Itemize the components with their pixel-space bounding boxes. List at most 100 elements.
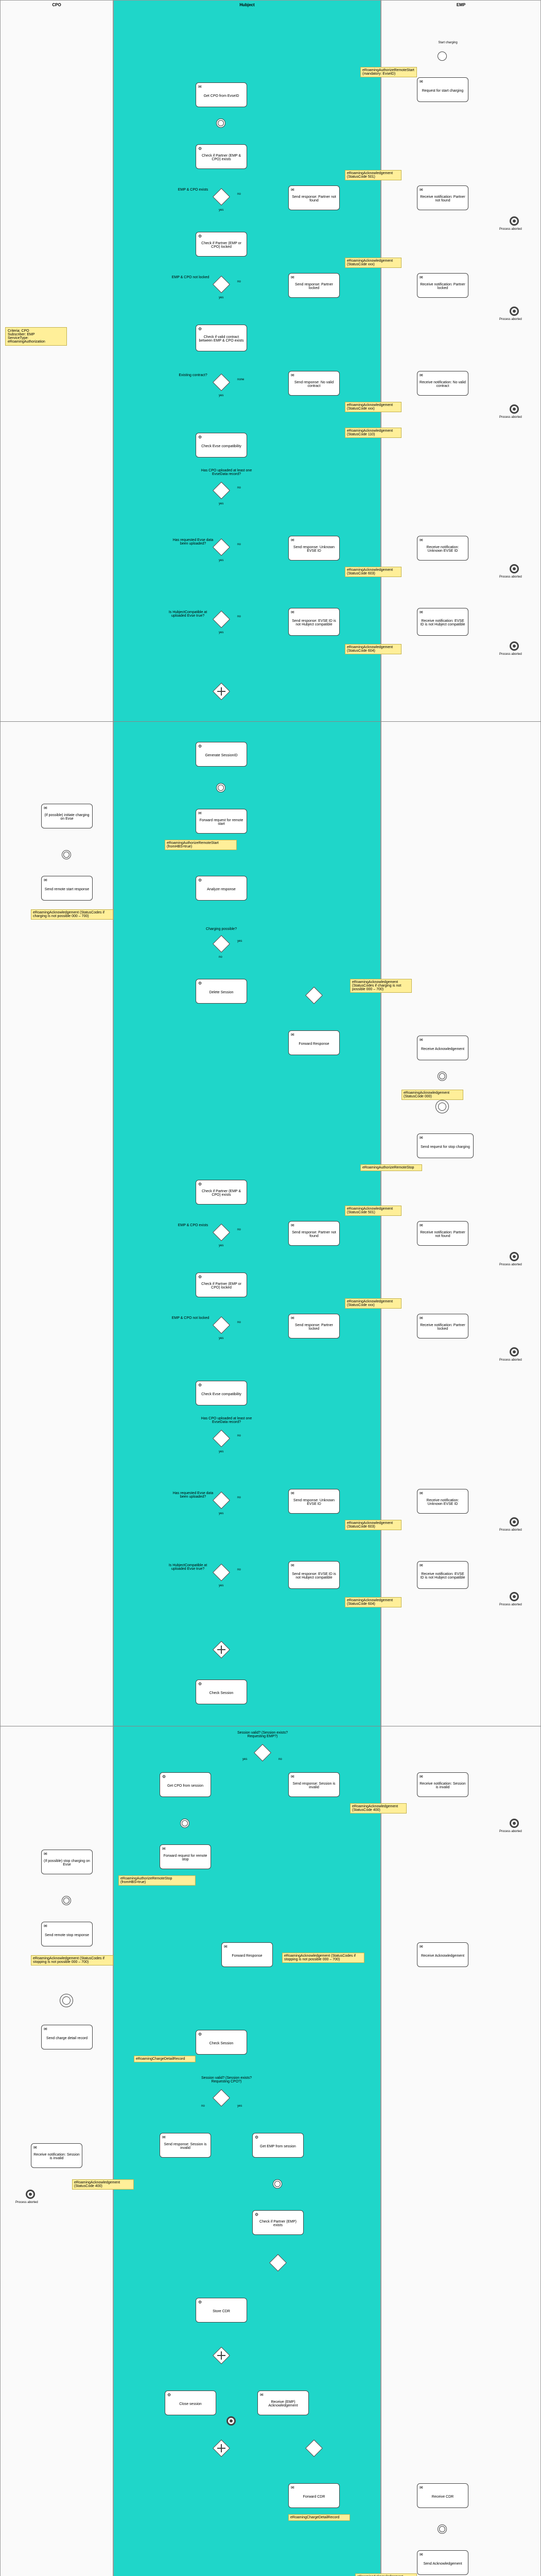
envelope-icon: ✉ bbox=[44, 878, 47, 883]
abort-label-7: Process aborted bbox=[499, 1359, 530, 1362]
gear-icon: ⚙ bbox=[198, 1275, 202, 1279]
label-yes-11: yes bbox=[219, 1512, 223, 1515]
label-yes-7: yes bbox=[237, 940, 242, 943]
task-emp-notif-session-invalid: ✉Receive notification: Session is invali… bbox=[417, 1772, 468, 1797]
task-cpo-initiate-charging: ✉(If possible) initiate charging on Evse bbox=[41, 804, 93, 828]
task-resp-unknown-evse-b: ✉Send response: Unknown EVSE ID bbox=[288, 1489, 340, 1514]
intermediate-event-cpo-1 bbox=[62, 850, 71, 859]
task-forward-stop-req: ✉Forward request for remote stop bbox=[160, 1844, 211, 1869]
note-cpo-cdr: eRoamingChargeDetailRecord bbox=[134, 2056, 196, 2062]
gear-icon: ⚙ bbox=[198, 981, 202, 986]
label-yes-1: yes bbox=[219, 209, 223, 212]
task-cpo-send-stop-resp: ✉Send remote stop response bbox=[41, 1922, 93, 1946]
note-remote-start-hbs: eRoamingAuthorizeRemoteStart (fromHBS=tr… bbox=[165, 840, 237, 850]
envelope-icon: ✉ bbox=[291, 188, 294, 192]
label-no-10: no bbox=[237, 1434, 241, 1437]
envelope-icon: ✉ bbox=[162, 1846, 166, 1851]
task-resp-no-contract: ✉Send response: No valid contract bbox=[288, 371, 340, 396]
abort-label-cpo: Process aborted bbox=[15, 2201, 46, 2204]
label-yes-5: yes bbox=[219, 559, 223, 562]
task-resp-no-partner-2: ✉Send response: Partner not found bbox=[288, 1221, 340, 1246]
intermediate-event-h-stop bbox=[180, 1819, 189, 1828]
note-ack-xxx-a: eRoamingAcknowledgement (StatusCode xxx) bbox=[345, 258, 402, 268]
envelope-icon: ✉ bbox=[291, 373, 294, 378]
timer-event-emp bbox=[435, 1100, 449, 1113]
note-ack-000a: eRoamingAcknowledgement (StatusCode 000) bbox=[402, 1090, 463, 1100]
task-check-partner-2: ⚙Check if Partner (EMP & CPO) exists bbox=[196, 1180, 247, 1205]
gear-icon: ⚙ bbox=[198, 327, 202, 331]
note-ack-501a: eRoamingAcknowledgement (StatusCode 501) bbox=[345, 170, 402, 180]
task-emp-notif-not-compat-2: ✉Receive notification: EVSE ID is not Hu… bbox=[417, 1561, 468, 1589]
task-forward-response-a: ✉Forward Response bbox=[288, 1030, 340, 1055]
envelope-icon: ✉ bbox=[420, 2552, 423, 2557]
task-emp-notif-not-compat: ✉Receive notification: EVSE ID is not Hu… bbox=[417, 608, 468, 636]
envelope-icon: ✉ bbox=[291, 275, 294, 280]
abort-label-2: Process aborted bbox=[499, 318, 530, 321]
gear-icon: ⚙ bbox=[198, 146, 202, 151]
note-remote-stop: eRoamingAuthorizeRemoteStop bbox=[360, 1164, 422, 1171]
task-check-partner-1: ⚙Check if Partner (EMP & CPO) exists bbox=[196, 144, 247, 169]
task-resp-no-partner: ✉Send response: Partner not found bbox=[288, 185, 340, 210]
envelope-icon: ✉ bbox=[291, 1774, 294, 1779]
task-get-emp-session: ⚙Get EMP from session bbox=[252, 2133, 304, 2158]
note-emp-ack-000b: eRoamingAcknowledgement (StatusCode 000) bbox=[355, 2573, 417, 2576]
note-ack-603a: eRoamingAcknowledgement (StatusCode 603) bbox=[345, 567, 402, 577]
note-remote-start: eRoamingAuthorizeRemoteStart (mandatory:… bbox=[360, 67, 417, 77]
task-emp-request-start: ✉Request for start charging bbox=[417, 77, 468, 102]
envelope-icon: ✉ bbox=[420, 2485, 423, 2490]
task-resp-locked: ✉Send response: Partner locked bbox=[288, 273, 340, 298]
end-event-abort-4 bbox=[510, 564, 519, 573]
gear-icon: ⚙ bbox=[198, 234, 202, 239]
end-event-abort-6 bbox=[510, 1252, 519, 1261]
note-ack-no-contract: eRoamingAcknowledgement (StatusCode xxx) bbox=[345, 402, 402, 412]
label-no-8: no bbox=[237, 1228, 241, 1231]
gw-label-partner2: EMP & CPO exists bbox=[170, 1224, 216, 1227]
envelope-icon: ✉ bbox=[420, 79, 423, 84]
intermediate-event-emp-a bbox=[438, 1072, 447, 1081]
end-event-abort-2 bbox=[510, 307, 519, 316]
envelope-icon: ✉ bbox=[420, 1563, 423, 1568]
task-emp-receive-cdr: ✉Receive CDR bbox=[417, 2483, 468, 2508]
note-cpo-remote-stop: eRoamingAuthorizeRemoteStop (fromHBS=tru… bbox=[118, 1875, 196, 1886]
note-ack-501b: eRoamingAcknowledgement (StatusCode 501) bbox=[345, 1206, 402, 1216]
envelope-icon: ✉ bbox=[291, 1491, 294, 1496]
intermediate-event-2 bbox=[216, 783, 225, 792]
envelope-icon: ✉ bbox=[291, 1032, 294, 1037]
label-no-13: no bbox=[278, 1758, 282, 1761]
label-no-7: no bbox=[219, 956, 222, 959]
gear-icon: ⚙ bbox=[255, 2135, 258, 2140]
envelope-icon: ✉ bbox=[291, 1316, 294, 1320]
gear-icon: ⚙ bbox=[198, 435, 202, 439]
note-cpo-ack-stop: eRoamingAcknowledgement (StatusCodes if … bbox=[31, 1955, 113, 1965]
gw-label-evse-upl-2: Has CPO uploaded at least one EvseData r… bbox=[196, 1417, 257, 1424]
gear-icon: ⚙ bbox=[167, 2393, 171, 2397]
gear-icon: ⚙ bbox=[198, 2032, 202, 2037]
label-yes-8: yes bbox=[219, 1244, 223, 1247]
task-check-session: ⚙Check Session bbox=[196, 1680, 247, 1704]
lane-hubject: Hubject bbox=[113, 0, 381, 2576]
task-get-cpo: ✉Get CPO from EvseID bbox=[196, 82, 247, 107]
task-emp-notif-locked: ✉Receive notification: Partner locked bbox=[417, 273, 468, 298]
task-resp-session-invalid-2: ✉Send response: Session is invalid bbox=[160, 2133, 211, 2158]
task-cpo-notif-session-invalid: ✉Receive notification: Session is invali… bbox=[31, 2143, 82, 2168]
abort-label-8: Process aborted bbox=[499, 1529, 530, 1532]
task-emp-notif-locked-2: ✉Receive notification: Partner locked bbox=[417, 1314, 468, 1338]
note-ack-xxx-b: eRoamingAcknowledgement (StatusCode xxx) bbox=[345, 1298, 402, 1309]
note-h-cdr: eRoamingChargeDetailRecord bbox=[288, 2514, 350, 2521]
task-cpo-possible-stop: ✉(If possible) stop charging on Evse bbox=[41, 1850, 93, 1874]
label-no-6: no bbox=[237, 615, 241, 618]
end-event-abort-7 bbox=[510, 1347, 519, 1357]
intermediate-event-emp-cdr bbox=[438, 2524, 447, 2534]
label-no-4: no bbox=[237, 486, 241, 489]
abort-label-1: Process aborted bbox=[499, 228, 530, 231]
label-yes-2: yes bbox=[219, 296, 223, 299]
abort-label-4: Process aborted bbox=[499, 575, 530, 579]
gear-icon: ⚙ bbox=[198, 1682, 202, 1686]
gw-label-hubcompat: Is HubjectCompatible at uploaded Evse tr… bbox=[165, 611, 211, 618]
envelope-icon: ✉ bbox=[291, 2485, 294, 2490]
gw-label-hubcompat-2: Is HubjectCompatible at uploaded Evse tr… bbox=[165, 1564, 211, 1571]
label-no-5: no bbox=[237, 543, 241, 546]
gear-icon: ⚙ bbox=[198, 744, 202, 749]
abort-label-9: Process aborted bbox=[499, 1603, 530, 1606]
envelope-icon: ✉ bbox=[44, 806, 47, 810]
